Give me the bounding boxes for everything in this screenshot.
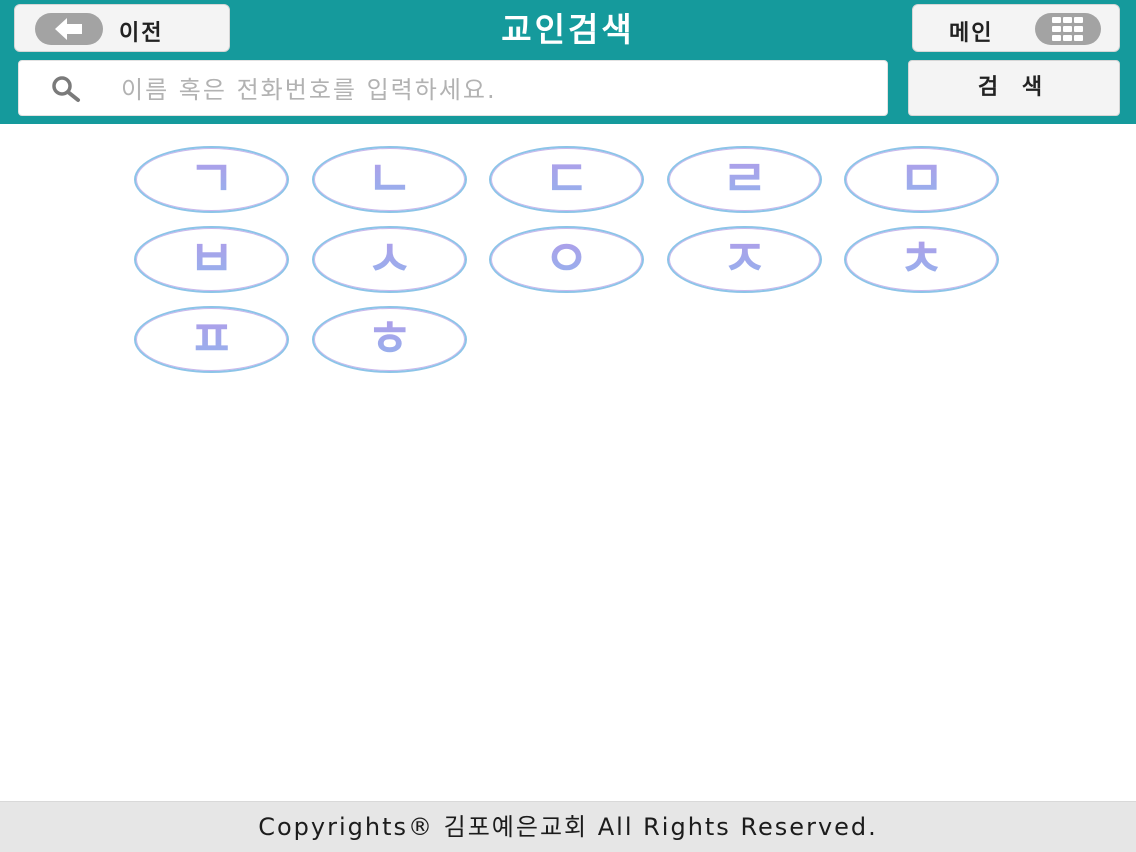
consonant-label: ㅇ: [543, 230, 590, 288]
consonant-label: ㅁ: [898, 150, 945, 208]
consonant-button[interactable]: ㄹ: [667, 146, 822, 213]
consonant-label: ㅎ: [366, 310, 413, 368]
app-header: 이전 교인검색 메인 이름 혹은 전화번호를 입력하세요. 검 색: [0, 0, 1136, 124]
consonant-button[interactable]: ㄱ: [134, 146, 289, 213]
consonant-label: ㄴ: [366, 150, 413, 208]
search-button[interactable]: 검 색: [908, 60, 1120, 116]
consonant-label: ㄱ: [188, 150, 235, 208]
consonant-button[interactable]: ㄴ: [312, 146, 467, 213]
main-button[interactable]: 메인: [912, 4, 1120, 52]
consonant-button[interactable]: ㅈ: [667, 226, 822, 293]
arrow-left-icon: [35, 13, 103, 45]
grid-menu-icon: [1035, 13, 1101, 45]
consonant-label: ㅊ: [898, 230, 945, 288]
search-icon: [52, 76, 80, 102]
consonant-button[interactable]: ㅇ: [489, 226, 644, 293]
consonant-button[interactable]: ㅂ: [134, 226, 289, 293]
footer-copyright: Copyrights® 김포예은교회 All Rights Reserved.: [0, 801, 1136, 852]
consonant-label: ㄹ: [721, 150, 768, 208]
consonant-button[interactable]: ㅍ: [134, 306, 289, 373]
page-title: 교인검색: [501, 10, 635, 49]
consonant-button[interactable]: ㅅ: [312, 226, 467, 293]
back-button-label: 이전: [119, 21, 164, 46]
main-button-label: 메인: [949, 21, 994, 46]
consonant-label: ㅂ: [188, 230, 235, 288]
consonant-button[interactable]: ㄷ: [489, 146, 644, 213]
consonant-label: ㅈ: [721, 230, 768, 288]
consonant-button[interactable]: ㅊ: [844, 226, 999, 293]
search-input[interactable]: [119, 69, 873, 111]
consonant-label: ㅅ: [366, 230, 413, 288]
back-button[interactable]: 이전: [14, 4, 230, 52]
consonant-button[interactable]: ㅁ: [844, 146, 999, 213]
consonant-button[interactable]: ㅎ: [312, 306, 467, 373]
consonant-label: ㄷ: [543, 150, 590, 208]
consonant-label: ㅍ: [188, 310, 235, 368]
search-field[interactable]: [18, 60, 888, 116]
